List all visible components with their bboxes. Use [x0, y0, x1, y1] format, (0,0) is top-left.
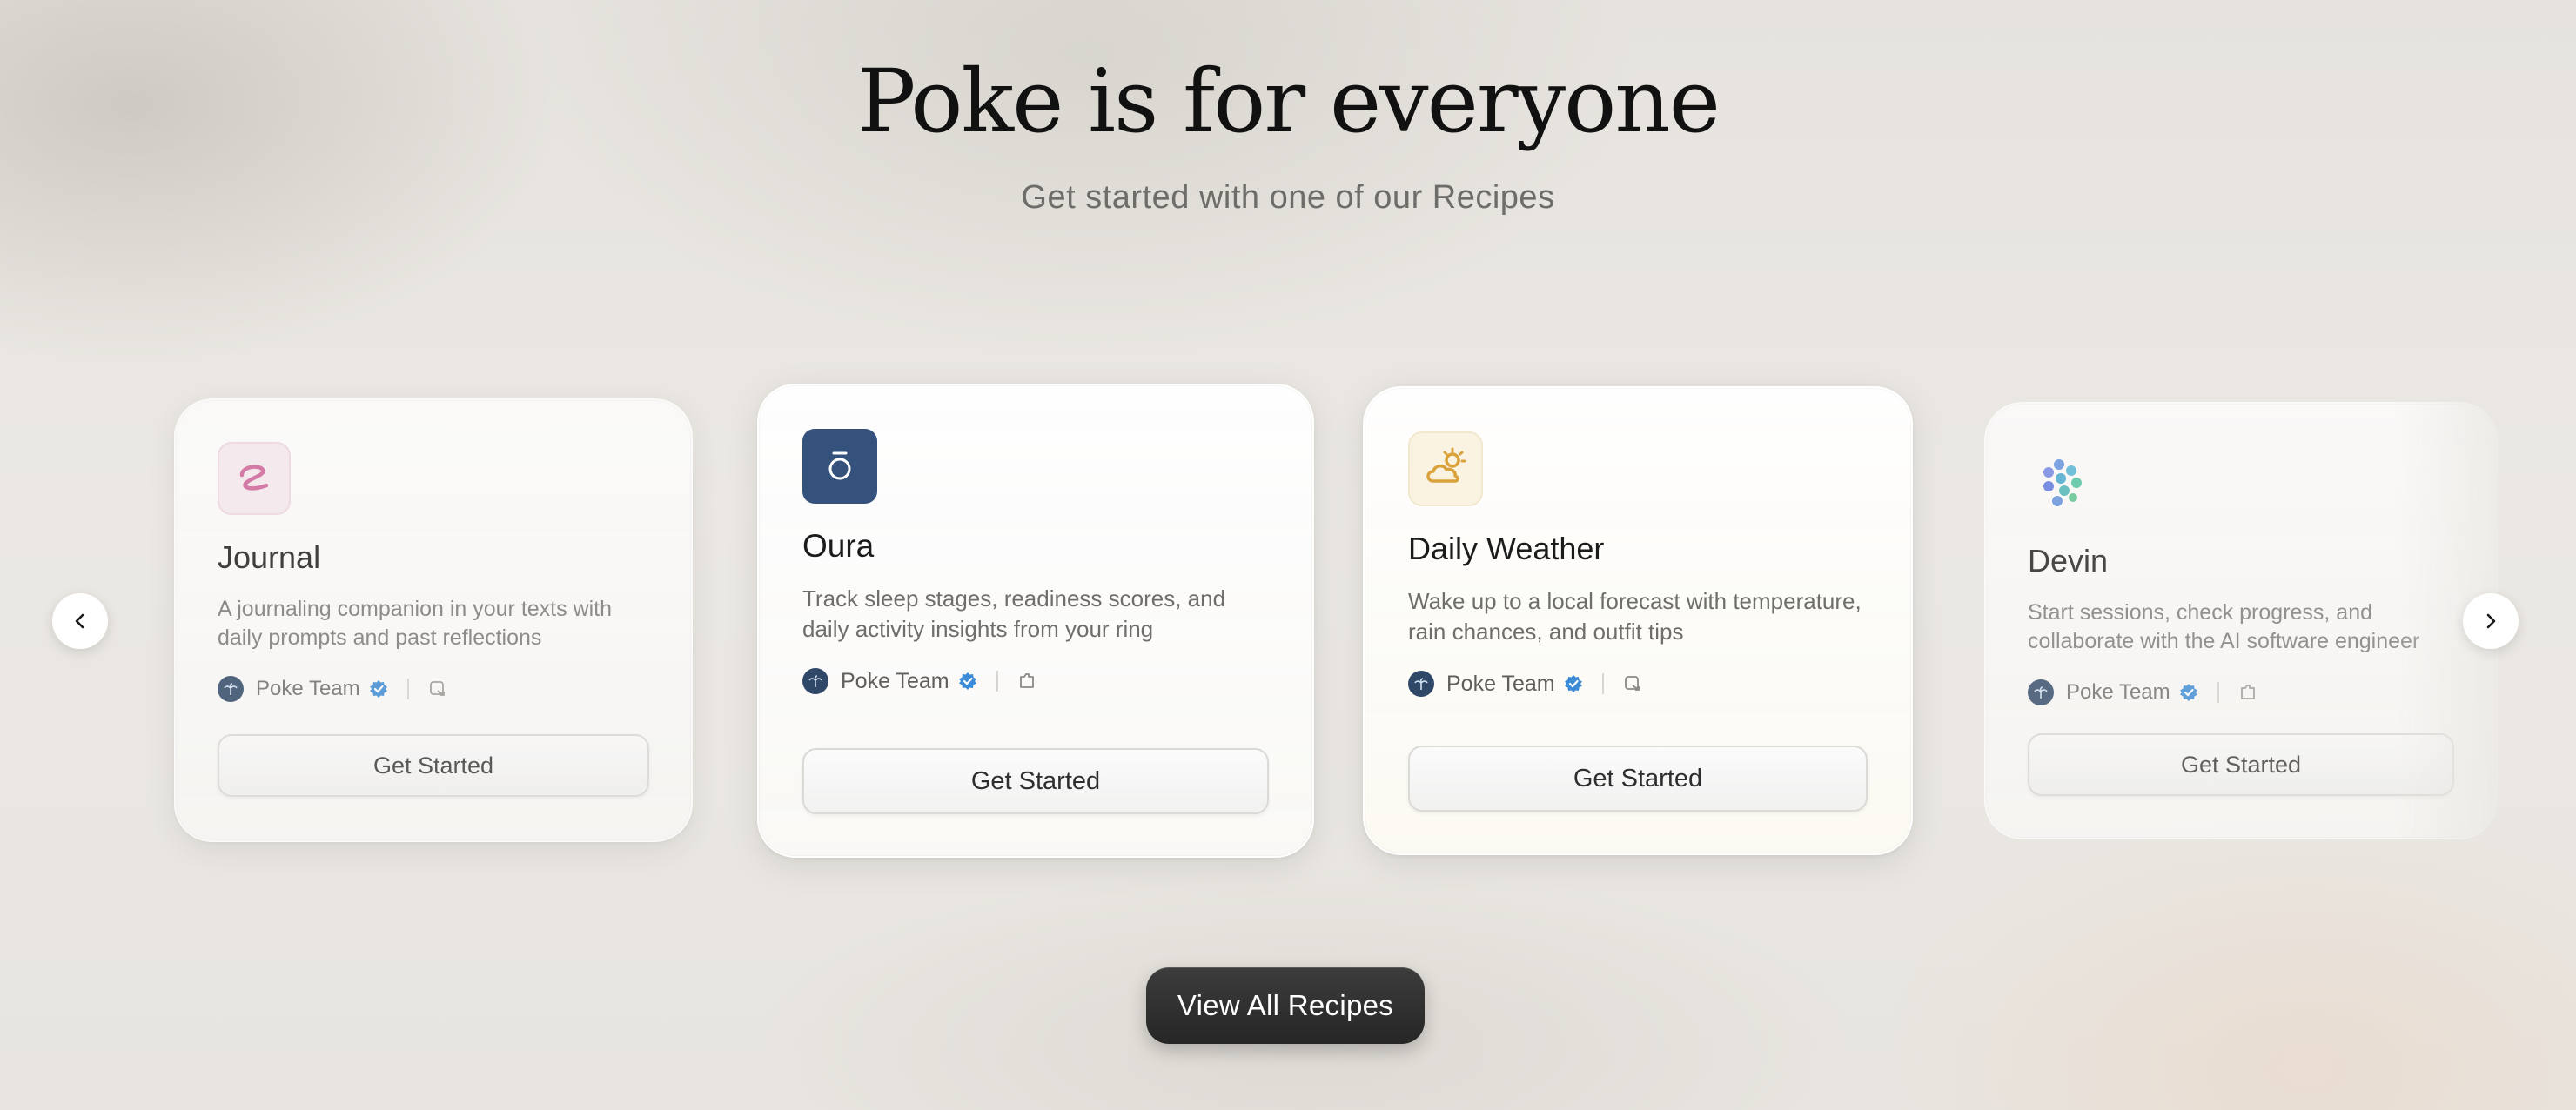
- integration-icon: [2240, 685, 2255, 699]
- view-all-recipes-button[interactable]: View All Recipes: [1146, 967, 1425, 1044]
- author-name: Poke Team: [2066, 680, 2170, 704]
- avatar: [1408, 671, 1434, 697]
- get-started-button[interactable]: Get Started: [1408, 746, 1868, 812]
- journal-icon: [218, 442, 291, 515]
- card-description: Wake up to a local forecast with tempera…: [1408, 588, 1862, 645]
- get-started-button[interactable]: Get Started: [218, 734, 649, 797]
- chevron-right-icon: [2486, 613, 2496, 629]
- chevron-left-icon: [75, 613, 84, 629]
- author-name: Poke Team: [1446, 671, 1555, 696]
- card-description: A journaling companion in your texts wit…: [218, 597, 613, 650]
- divider: [996, 671, 998, 692]
- get-started-button[interactable]: Get Started: [2028, 733, 2454, 796]
- card-meta: Poke Team: [802, 667, 1269, 695]
- card-meta: Poke Team: [1408, 670, 1868, 698]
- devin-icon: [2028, 445, 2101, 518]
- verified-badge-icon: [958, 672, 976, 690]
- author-name: Poke Team: [256, 677, 360, 700]
- divider: [2217, 682, 2219, 703]
- verified-badge-icon: [2179, 684, 2197, 701]
- divider: [1601, 673, 1604, 694]
- avatar: [802, 668, 828, 694]
- carousel-next-button[interactable]: [2463, 593, 2519, 649]
- oura-ring-icon: [802, 429, 877, 504]
- divider: [406, 679, 409, 699]
- recipe-card-oura[interactable]: Oura Track sleep stages, readiness score…: [757, 384, 1314, 858]
- card-meta: Poke Team: [218, 675, 649, 703]
- card-description: Track sleep stages, readiness scores, an…: [802, 585, 1226, 642]
- author-name: Poke Team: [841, 668, 949, 693]
- verified-badge-icon: [369, 680, 387, 698]
- card-title: Oura: [802, 528, 875, 564]
- card-meta: Poke Team: [2028, 679, 2454, 706]
- integration-icon: [1019, 673, 1034, 688]
- card-description: Start sessions, check progress, and coll…: [2028, 600, 2420, 653]
- card-title: Journal: [218, 539, 321, 575]
- card-title: Devin: [2028, 543, 2109, 578]
- integration-icon: [1624, 676, 1640, 691]
- recipe-card-journal[interactable]: Journal A journaling companion in your t…: [174, 398, 693, 842]
- integration-icon: [429, 681, 445, 696]
- get-started-button[interactable]: Get Started: [802, 748, 1269, 814]
- recipe-card-devin[interactable]: Devin Start sessions, check progress, an…: [1984, 402, 2498, 839]
- verified-badge-icon: [1564, 675, 1582, 692]
- card-title: Daily Weather: [1408, 531, 1605, 566]
- recipe-card-daily-weather[interactable]: Daily Weather Wake up to a local forecas…: [1363, 386, 1913, 855]
- weather-icon: [1408, 431, 1483, 506]
- carousel-prev-button[interactable]: [52, 593, 108, 649]
- avatar: [2028, 679, 2054, 705]
- page-subtitle: Get started with one of our Recipes: [1021, 179, 1555, 216]
- page-title: Poke is for everyone: [857, 50, 1721, 152]
- avatar: [218, 676, 244, 702]
